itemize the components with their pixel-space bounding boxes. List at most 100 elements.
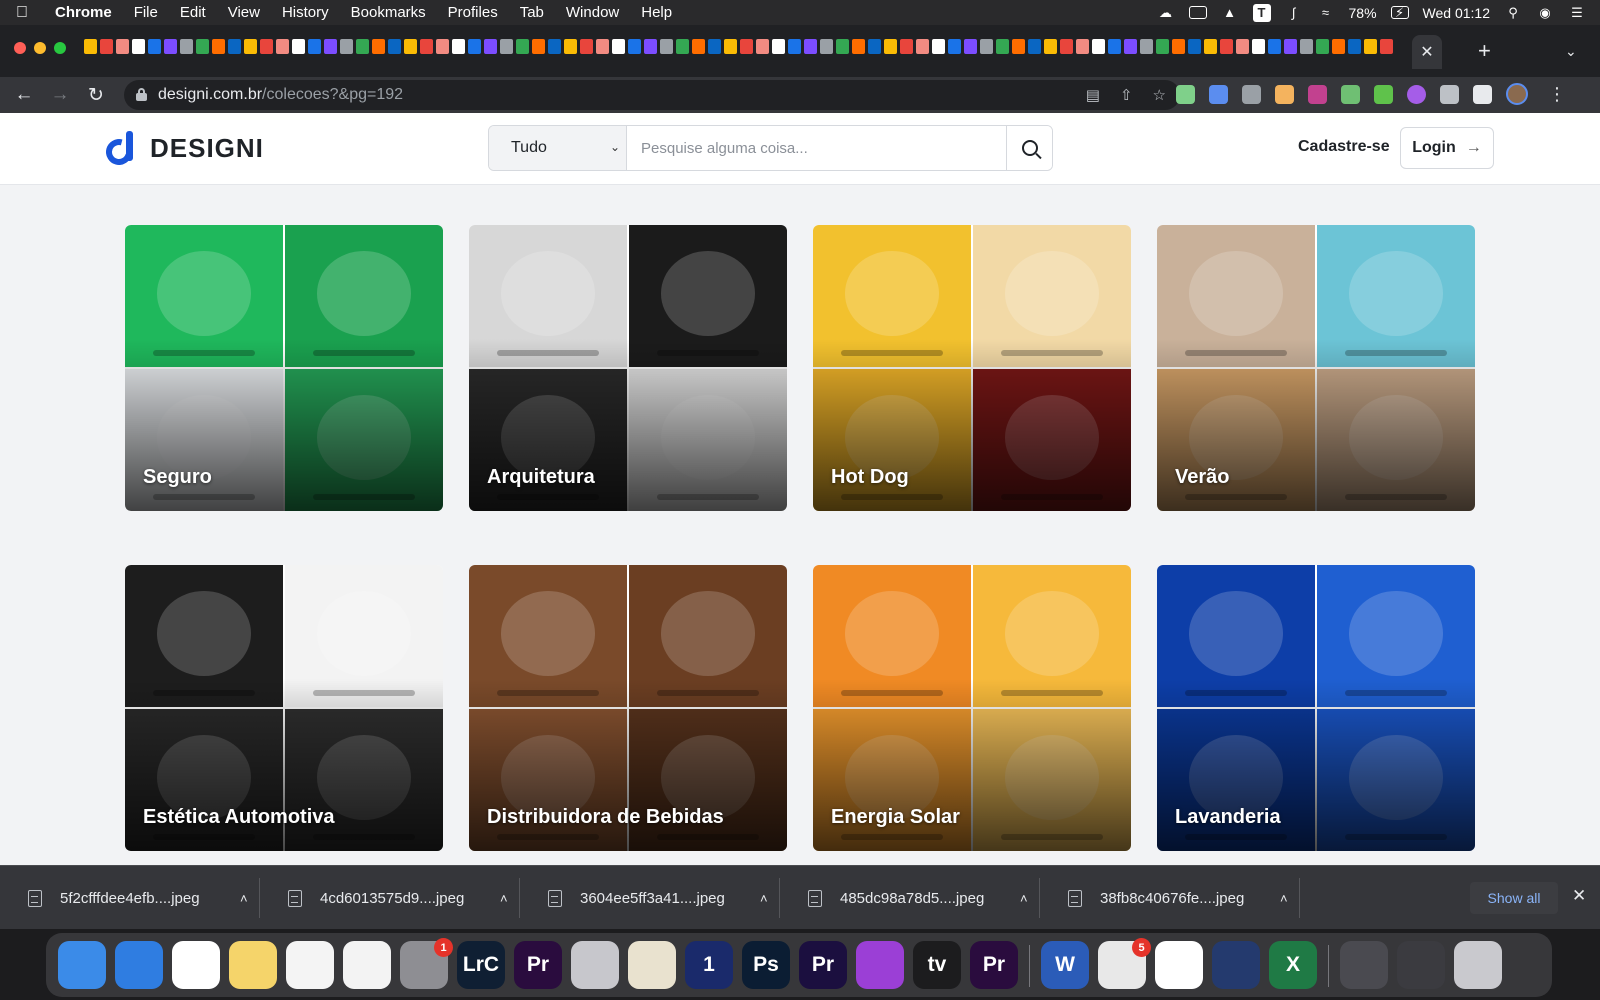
menu-window[interactable]: Window: [555, 4, 630, 21]
search-input[interactable]: [627, 126, 1006, 170]
pinned-tab-favicon[interactable]: [868, 39, 881, 54]
pinned-tab-favicon[interactable]: [996, 39, 1009, 54]
collection-card[interactable]: Lavanderia: [1157, 565, 1475, 851]
pinned-tab-favicon[interactable]: [628, 39, 641, 54]
creative-cloud-icon[interactable]: ☁: [1157, 5, 1175, 20]
pinned-tab-favicon[interactable]: [1204, 39, 1217, 54]
pinned-tab-favicon[interactable]: [180, 39, 193, 54]
extension-page-icon[interactable]: [1341, 84, 1360, 104]
system-preferences-icon[interactable]: 1: [400, 938, 453, 989]
wunderlist-icon[interactable]: W: [1155, 941, 1203, 989]
extension-m-icon[interactable]: [1242, 84, 1261, 104]
collection-card[interactable]: Energia Solar: [813, 565, 1131, 851]
pinned-tab-favicon[interactable]: [84, 39, 97, 54]
pinned-tab-favicon[interactable]: [1156, 39, 1169, 54]
pinned-tab-favicon[interactable]: [1076, 39, 1089, 54]
screenshots-stack-icon[interactable]: [1340, 941, 1388, 989]
extension-k-icon[interactable]: [1308, 84, 1327, 104]
pinned-tab-favicon[interactable]: [212, 39, 225, 54]
side-panel-icon[interactable]: [1473, 84, 1492, 104]
pinned-tab-favicon[interactable]: [1252, 39, 1265, 54]
menu-bookmarks[interactable]: Bookmarks: [340, 4, 437, 21]
pinned-tab-favicon[interactable]: [1284, 39, 1297, 54]
pinned-tab-favicon[interactable]: [980, 39, 993, 54]
address-url[interactable]: designi.com.br/colecoes?&pg=192: [158, 86, 403, 104]
pinned-tab-favicon[interactable]: [292, 39, 305, 54]
pinned-tab-favicon[interactable]: [1268, 39, 1281, 54]
pinned-tab-favicon[interactable]: [1172, 39, 1185, 54]
pinned-tab-favicon[interactable]: [1044, 39, 1057, 54]
pinned-tab-favicon[interactable]: [1332, 39, 1345, 54]
pinned-tab-favicon[interactable]: [564, 39, 577, 54]
pinned-tab-favicon[interactable]: [1188, 39, 1201, 54]
textedit-icon[interactable]: [286, 941, 334, 989]
pinned-tab-favicon[interactable]: [148, 39, 161, 54]
pinned-tab-favicon[interactable]: [836, 39, 849, 54]
pinned-tab-favicon[interactable]: [948, 39, 961, 54]
no-entry-app-icon[interactable]: [571, 941, 619, 989]
pinned-tab-favicon[interactable]: [1060, 39, 1073, 54]
pinned-tab-favicon[interactable]: [916, 39, 929, 54]
pinned-tab-favicon[interactable]: [420, 39, 433, 54]
pinned-tab-favicon[interactable]: [676, 39, 689, 54]
lock-icon[interactable]: [136, 88, 147, 101]
pinned-tab-favicon[interactable]: [1028, 39, 1041, 54]
pinned-tab-favicon[interactable]: [100, 39, 113, 54]
pinned-tab-favicon[interactable]: [484, 39, 497, 54]
pinned-tab-favicon[interactable]: [756, 39, 769, 54]
pinned-tab-favicon[interactable]: [340, 39, 353, 54]
share-icon[interactable]: ⇧: [1120, 86, 1133, 104]
premiere-rush-icon[interactable]: Pr: [514, 941, 562, 989]
pinned-tab-favicon[interactable]: [708, 39, 721, 54]
pinned-tab-favicon[interactable]: [276, 39, 289, 54]
pinned-tab-favicon[interactable]: [532, 39, 545, 54]
photoshop-icon[interactable]: Ps: [742, 941, 790, 989]
pinned-tab-favicon[interactable]: [548, 39, 561, 54]
battery-charging-icon[interactable]: ⚡: [1390, 5, 1409, 20]
zoom-window-icon[interactable]: [54, 42, 66, 54]
back-arrow-icon[interactable]: ←: [12, 83, 36, 107]
reload-icon[interactable]: ↻: [84, 83, 108, 107]
close-downloads-icon[interactable]: ✕: [1572, 886, 1586, 906]
translate-icon[interactable]: ▤: [1086, 86, 1100, 104]
address-bar[interactable]: designi.com.br/colecoes?&pg=192 ▤ ⇧ ☆: [124, 80, 1180, 110]
pinned-tab-favicon[interactable]: [1140, 39, 1153, 54]
pinned-tab-favicon[interactable]: [1236, 39, 1249, 54]
download-item[interactable]: 485dc98a78d5....jpeg ˄: [780, 878, 1040, 918]
screenpal-icon[interactable]: [1212, 941, 1260, 989]
pinned-tab-favicon[interactable]: [452, 39, 465, 54]
podcasts-icon[interactable]: [856, 941, 904, 989]
extension-circle-icon[interactable]: [1407, 84, 1426, 104]
minimize-window-icon[interactable]: [34, 42, 46, 54]
pinned-tab-favicon[interactable]: [1012, 39, 1025, 54]
pinned-tab-favicon[interactable]: [324, 39, 337, 54]
pinned-tab-favicon[interactable]: [804, 39, 817, 54]
pinned-tab-favicon[interactable]: [1300, 39, 1313, 54]
collection-card[interactable]: Verão: [1157, 225, 1475, 511]
menu-help[interactable]: Help: [630, 4, 683, 21]
pinned-tab-favicon[interactable]: [164, 39, 177, 54]
close-window-icon[interactable]: [14, 42, 26, 54]
extension-mail-icon[interactable]: [1176, 84, 1195, 104]
pinned-tab-favicon[interactable]: [1316, 39, 1329, 54]
bookmark-star-icon[interactable]: ☆: [1153, 86, 1166, 104]
pinned-tab-favicon[interactable]: [1364, 39, 1377, 54]
lightroom-classic-icon[interactable]: LrC: [457, 941, 505, 989]
pinned-tab-favicon[interactable]: [852, 39, 865, 54]
site-logo[interactable]: DESIGNI: [101, 131, 264, 170]
pinned-tab-favicon[interactable]: [356, 39, 369, 54]
chevron-up-icon[interactable]: ˄: [500, 891, 508, 906]
forward-arrow-icon[interactable]: →: [48, 83, 72, 107]
pinned-tab-favicon[interactable]: [884, 39, 897, 54]
pinned-tab-favicon[interactable]: [772, 39, 785, 54]
collection-card[interactable]: Arquitetura: [469, 225, 787, 511]
menu-app-name[interactable]: Chrome: [44, 4, 123, 21]
download-item[interactable]: 38fb8c40676fe....jpeg ˄: [1040, 878, 1300, 918]
pinned-tab-favicon[interactable]: [660, 39, 673, 54]
pinned-tab-favicon[interactable]: [596, 39, 609, 54]
pinned-tab-favicon[interactable]: [900, 39, 913, 54]
pinned-tab-favicon[interactable]: [436, 39, 449, 54]
login-button[interactable]: Login →: [1400, 127, 1494, 169]
search-category-select[interactable]: Tudo ⌄: [489, 126, 627, 170]
pinned-tab-favicon[interactable]: [516, 39, 529, 54]
